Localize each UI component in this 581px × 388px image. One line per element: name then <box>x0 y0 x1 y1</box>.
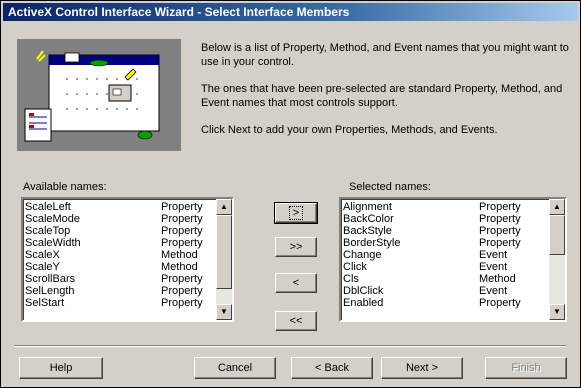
remove-all-button[interactable]: << <box>275 311 317 331</box>
list-item[interactable]: BackStyle Property <box>343 225 547 237</box>
item-name: ScaleTop <box>25 225 71 237</box>
item-type: Method <box>479 273 516 285</box>
available-list-items: ScaleLeft Property ScaleMode Property Scal… <box>25 201 214 309</box>
form-design-icon <box>17 39 181 151</box>
item-type: Property <box>479 213 521 225</box>
list-item[interactable]: SelLength Property <box>25 285 214 297</box>
item-name: DblClick <box>343 285 384 297</box>
list-item[interactable]: BorderStyle Property <box>343 237 547 249</box>
finish-button: Finish <box>485 357 567 379</box>
add-all-button[interactable]: >> <box>275 237 317 257</box>
available-names-label: Available names: <box>23 181 107 193</box>
list-item[interactable]: Change Event <box>343 249 547 261</box>
intro-text: Below is a list of Property, Method, and… <box>201 41 571 150</box>
selected-list-items: Alignment Property BackColor Property Back… <box>343 201 547 309</box>
wizard-window: ActiveX Control Interface Wizard - Selec… <box>0 0 581 388</box>
item-type: Method <box>161 261 198 273</box>
arrow-up-icon: ▲ <box>220 202 228 211</box>
cancel-button[interactable]: Cancel <box>194 357 276 379</box>
scroll-down-button[interactable]: ▼ <box>216 304 232 320</box>
list-item[interactable]: ScaleY Method <box>25 261 214 273</box>
item-name: Alignment <box>343 201 392 213</box>
item-name: ScaleMode <box>25 213 81 225</box>
item-type: Property <box>479 237 521 249</box>
item-type: Property <box>161 225 203 237</box>
list-item[interactable]: ScrollBars Property <box>25 273 214 285</box>
remove-one-button[interactable]: < <box>275 273 317 293</box>
item-type: Event <box>479 261 508 273</box>
item-name: SelLength <box>25 285 75 297</box>
intro-paragraph-3: Click Next to add your own Properties, M… <box>201 124 498 136</box>
scroll-down-button[interactable]: ▼ <box>549 304 565 320</box>
item-name: ScaleWidth <box>25 237 81 249</box>
add-one-button[interactable]: > <box>274 202 318 224</box>
next-button[interactable]: Next > <box>381 357 463 379</box>
item-name: BorderStyle <box>343 237 401 249</box>
item-type: Method <box>161 249 198 261</box>
item-type: Property <box>161 297 203 309</box>
list-item[interactable]: ScaleX Method <box>25 249 214 261</box>
add-one-label: > <box>288 206 304 220</box>
item-type: Event <box>479 285 508 297</box>
list-item[interactable]: Cls Method <box>343 273 547 285</box>
scroll-up-button[interactable]: ▲ <box>216 199 232 215</box>
list-item[interactable]: ScaleMode Property <box>25 213 214 225</box>
item-type: Property <box>479 201 521 213</box>
item-type: Property <box>479 297 521 309</box>
list-item[interactable]: Alignment Property <box>343 201 547 213</box>
help-button[interactable]: Help <box>19 357 103 379</box>
item-type: Property <box>161 237 203 249</box>
selected-scrollbar[interactable]: ▲ ▼ <box>549 199 565 320</box>
title-bar: ActiveX Control Interface Wizard - Selec… <box>3 3 578 21</box>
item-name: ScrollBars <box>25 273 76 285</box>
arrow-down-icon: ▼ <box>220 307 228 316</box>
list-item[interactable]: BackColor Property <box>343 213 547 225</box>
item-type: Property <box>479 225 521 237</box>
list-item[interactable]: ScaleLeft Property <box>25 201 214 213</box>
item-type: Property <box>161 285 203 297</box>
item-name: BackColor <box>343 213 394 225</box>
scroll-thumb[interactable] <box>549 215 565 255</box>
selected-names-list[interactable]: Alignment Property BackColor Property Back… <box>339 197 567 322</box>
intro-paragraph-1: Below is a list of Property, Method, and… <box>201 42 569 68</box>
item-name: ScaleLeft <box>25 201 71 213</box>
selected-names-label: Selected names: <box>349 181 431 193</box>
item-type: Property <box>161 201 203 213</box>
item-name: ScaleY <box>25 261 60 273</box>
wizard-illustration <box>17 39 181 151</box>
list-item[interactable]: Click Event <box>343 261 547 273</box>
intro-paragraph-2: The ones that have been pre-selected are… <box>201 83 563 109</box>
item-name: SelStart <box>25 297 65 309</box>
arrow-up-icon: ▲ <box>553 202 561 211</box>
item-name: Change <box>343 249 382 261</box>
list-item[interactable]: DblClick Event <box>343 285 547 297</box>
item-type: Event <box>479 249 508 261</box>
item-type: Property <box>161 273 203 285</box>
list-item[interactable]: SelStart Property <box>25 297 214 309</box>
arrow-down-icon: ▼ <box>553 307 561 316</box>
footer-separator <box>15 345 566 347</box>
item-name: ScaleX <box>25 249 60 261</box>
available-scrollbar[interactable]: ▲ ▼ <box>216 199 232 320</box>
scroll-thumb[interactable] <box>216 215 232 289</box>
item-name: Cls <box>343 273 359 285</box>
item-name: BackStyle <box>343 225 392 237</box>
item-name: Enabled <box>343 297 384 309</box>
list-item[interactable]: ScaleTop Property <box>25 225 214 237</box>
back-button[interactable]: < Back <box>291 357 373 379</box>
scroll-up-button[interactable]: ▲ <box>549 199 565 215</box>
available-names-list[interactable]: ScaleLeft Property ScaleMode Property Scal… <box>21 197 234 322</box>
item-name: Click <box>343 261 367 273</box>
list-item[interactable]: Enabled Property <box>343 297 547 309</box>
list-item[interactable]: ScaleWidth Property <box>25 237 214 249</box>
item-type: Property <box>161 213 203 225</box>
